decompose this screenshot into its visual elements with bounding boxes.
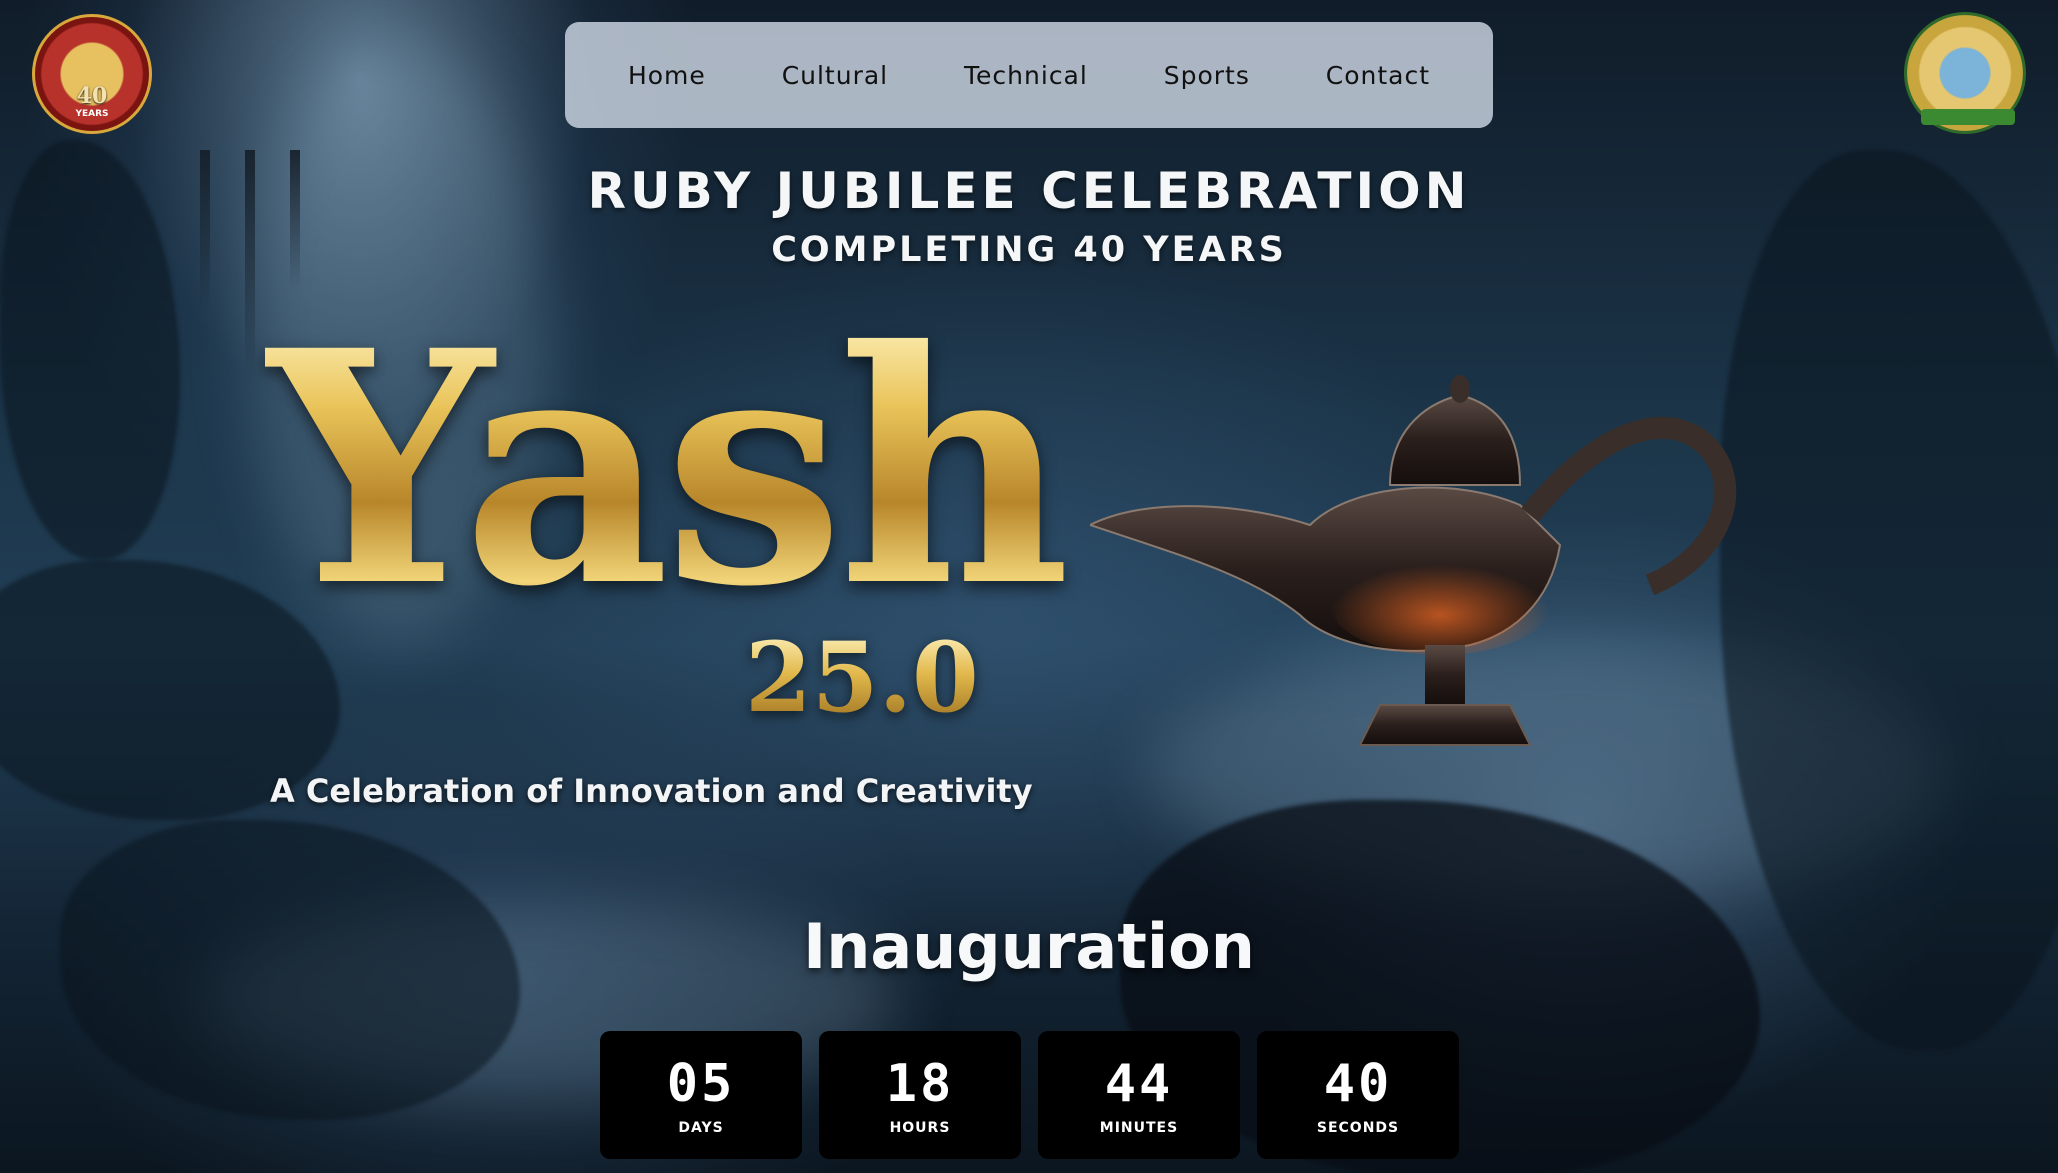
main-navigation: Home Cultural Technical Sports Contact (565, 22, 1493, 128)
countdown-days: 05 DAYS (600, 1031, 802, 1159)
hero-tagline: A Celebration of Innovation and Creativi… (270, 772, 1033, 810)
countdown-hours-value: 18 (885, 1054, 955, 1114)
logo-badge-number: 40 (76, 83, 108, 109)
fest-title: Yash (265, 282, 1071, 657)
countdown-seconds-label: SECONDS (1316, 1120, 1400, 1136)
nav-home-link[interactable]: Home (628, 61, 706, 90)
countdown-days-label: DAYS (678, 1120, 724, 1136)
fest-version: 25.0 (745, 621, 979, 734)
nav-sports-link[interactable]: Sports (1164, 61, 1250, 90)
countdown-seconds-value: 40 (1323, 1054, 1393, 1114)
hero-heading: RUBY JUBILEE CELEBRATION (587, 162, 1471, 220)
countdown-timer: 05 DAYS 18 HOURS 44 MINUTES 40 SECONDS (600, 1031, 1459, 1159)
magic-lamp-illustration (1090, 375, 1737, 746)
countdown-hours-label: HOURS (889, 1120, 951, 1136)
countdown-minutes: 44 MINUTES (1038, 1031, 1240, 1159)
college-emblem-logo (1904, 12, 2026, 134)
countdown-minutes-label: MINUTES (1099, 1120, 1179, 1136)
event-title: Inauguration (803, 910, 1255, 983)
countdown-minutes-value: 44 (1104, 1054, 1174, 1114)
nav-cultural-link[interactable]: Cultural (782, 61, 888, 90)
logo-badge-text: YEARS (75, 109, 109, 119)
hero-subheading: COMPLETING 40 YEARS (771, 230, 1287, 270)
ruby-jubilee-logo: 40 YEARS (32, 14, 152, 134)
nav-contact-link[interactable]: Contact (1326, 61, 1430, 90)
countdown-hours: 18 HOURS (819, 1031, 1021, 1159)
countdown-seconds: 40 SECONDS (1257, 1031, 1459, 1159)
countdown-days-value: 05 (666, 1054, 736, 1114)
nav-technical-link[interactable]: Technical (964, 61, 1088, 90)
emblem-ribbon (1921, 109, 2015, 125)
